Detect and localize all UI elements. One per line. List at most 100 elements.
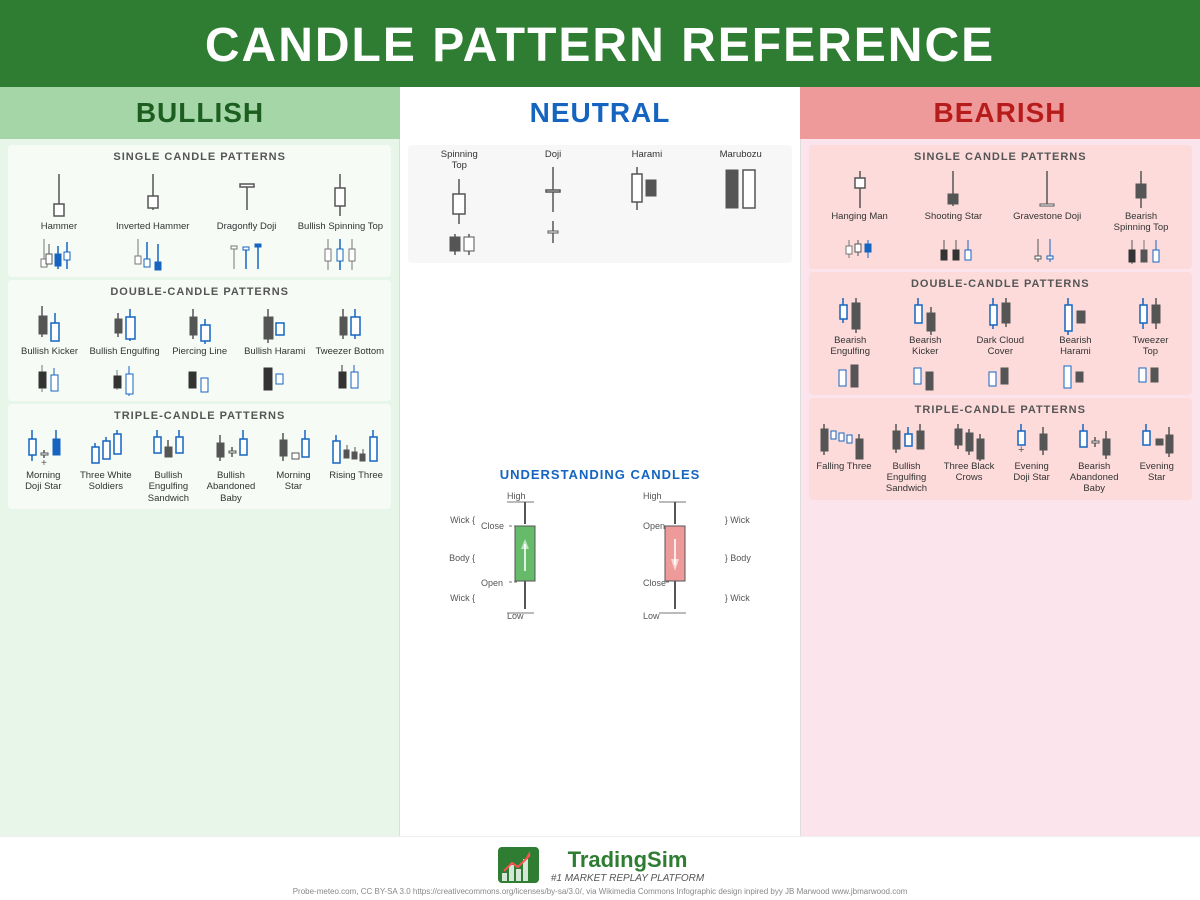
pattern-bearish-spinning-top: BearishSpinning Top — [1094, 166, 1188, 236]
bullish-abandoned-baby-label: BullishAbandonedBaby — [207, 470, 256, 504]
pattern-evening-doji-star: + EveningDoji Star — [1000, 419, 1063, 486]
three-white-soldiers-label: Three White Soldiers — [75, 470, 138, 493]
bullish-double-examples — [12, 360, 387, 398]
page: CANDLE PATTERN REFERENCE BULLISH NEUTRAL… — [0, 0, 1200, 900]
hammer-svg — [44, 166, 74, 221]
bullish-category: BULLISH — [0, 87, 400, 139]
tweezer-top-label: TweezerTop — [1132, 335, 1168, 358]
understanding-header: UNDERSTANDING CANDLES — [408, 464, 791, 485]
pattern-hammer: Hammer — [12, 166, 106, 234]
body-label: Body { — [449, 553, 475, 563]
pattern-morning-doji: + MorningDoji Star — [12, 425, 75, 495]
candle-diagram: Wick { Body { Wick { High Close — [408, 485, 791, 633]
inverted-hammer-example — [106, 234, 200, 274]
pattern-bearish-engulfing: BearishEngulfing — [813, 293, 888, 360]
wick-label-top: Wick { — [449, 515, 475, 525]
bearish-kicker-label: BearishKicker — [909, 335, 941, 358]
pattern-gravestone-doji: Gravestone Doji — [1000, 166, 1094, 224]
wick-label-bottom-r: } Wick — [725, 593, 751, 603]
pattern-hanging-man: Hanging Man — [813, 166, 907, 224]
pattern-bullish-engulfing: Bullish Engulfing — [87, 301, 162, 359]
bullish-single-candle-examples — [12, 234, 387, 274]
bullish-kicker-svg — [32, 301, 67, 346]
bearish-triple-patterns: Falling Three BullishEngulfingSandw — [813, 419, 1188, 497]
bullish-single-header: SINGLE CANDLE PATTERNS — [12, 148, 387, 166]
bullish-triple-header: TRIPLE-CANDLE PATTERNS — [12, 407, 387, 425]
tradingsim-icon — [496, 845, 541, 885]
inv-hammer-ex-svg — [130, 234, 175, 274]
bullish-engulfing-svg — [107, 301, 142, 346]
spinning-top-label: SpinningTop — [441, 149, 478, 172]
neutral-category: NEUTRAL — [400, 87, 800, 139]
bullish-spinning-top-canvas — [293, 166, 387, 221]
bullish-single-block: SINGLE CANDLE PATTERNS — [8, 145, 391, 277]
pattern-bearish-sandwich: BullishEngulfingSandwich — [875, 419, 938, 497]
gravestone-doji-label: Gravestone Doji — [1013, 211, 1081, 222]
pattern-dragonfly-doji: Dragonfly Doji — [200, 166, 294, 234]
pattern-piercing-line: Piercing Line — [162, 301, 237, 359]
pattern-dark-cloud-cover: Dark Cloud Cover — [963, 293, 1038, 360]
pattern-three-white-soldiers: Three White Soldiers — [75, 425, 138, 495]
rising-three-label: Rising Three — [329, 470, 383, 481]
pattern-bullish-sandwich: BullishEngulfingSandwich — [137, 425, 200, 506]
bullish-single-patterns: Hammer Inverted Hammer — [12, 166, 387, 234]
bearish-abandoned-baby-label: BearishAbandonedBaby — [1070, 461, 1119, 495]
neutral-single-patterns: SpinningTop — [412, 149, 787, 259]
pattern-inverted-hammer: Inverted Hammer — [106, 166, 200, 234]
hanging-man-label: Hanging Man — [831, 211, 888, 222]
bearish-single-header: SINGLE CANDLE PATTERNS — [813, 148, 1188, 166]
svg-text:Close: Close — [643, 578, 666, 588]
bullish-spinning-top-label: Bullish Spinning Top — [298, 221, 383, 232]
bharami-ex — [237, 360, 312, 398]
bearish-double-block: DOUBLE-CANDLE PATTERNS BearishEngulfing — [809, 272, 1192, 395]
spinning-top-example — [293, 234, 387, 274]
bearish-sandwich-label: BullishEngulfingSandwich — [886, 461, 927, 495]
footer-logo-area: TradingSim #1 MARKET REPLAY PLATFORM — [0, 845, 1200, 885]
bengulfing-ex — [87, 360, 162, 398]
footer: TradingSim #1 MARKET REPLAY PLATFORM Pro… — [0, 836, 1200, 900]
pattern-bearish-harami: BearishHarami — [1038, 293, 1113, 360]
pattern-three-black-crows: Three Black Crows — [938, 419, 1001, 486]
pattern-bullish-abandoned-baby: BullishAbandonedBaby — [200, 425, 263, 506]
bearish-engulfing-label: BearishEngulfing — [830, 335, 870, 358]
bearish-diagram: High Open Close Low — [641, 489, 751, 629]
hammer-label: Hammer — [41, 221, 77, 232]
pattern-doji: Doji — [506, 149, 600, 247]
bearish-single-patterns: Hanging Man Shooting Star — [813, 166, 1188, 236]
svg-text:High: High — [507, 491, 526, 501]
pattern-falling-three: Falling Three — [813, 419, 876, 474]
inverted-hammer-canvas — [106, 166, 200, 221]
morning-star-label: MorningStar — [276, 470, 310, 493]
footer-brand: TradingSim — [551, 847, 704, 873]
pattern-shooting-star: Shooting Star — [906, 166, 1000, 224]
bearish-harami-label: BearishHarami — [1059, 335, 1091, 358]
bullish-diagram: Wick { Body { Wick { High Close — [449, 489, 559, 629]
bearish-single-examples — [813, 236, 1188, 266]
evening-star-label: EveningStar — [1140, 461, 1174, 484]
piercing-line-svg — [182, 301, 217, 346]
bearish-triple-block: TRIPLE-CANDLE PATTERNS — [809, 398, 1192, 500]
bullish-triple-block: TRIPLE-CANDLE PATTERNS + — [8, 404, 391, 509]
inverted-hammer-svg — [138, 166, 168, 221]
bearish-spinning-top-label: BearishSpinning Top — [1114, 211, 1169, 234]
category-row: BULLISH NEUTRAL BEARISH — [0, 87, 1200, 139]
pattern-spinning-top: SpinningTop — [412, 149, 506, 259]
inverted-hammer-label: Inverted Hammer — [116, 221, 189, 232]
bearish-double-examples — [813, 360, 1188, 392]
bearish-single-block: SINGLE CANDLE PATTERNS Hanging Man — [809, 145, 1192, 269]
bearish-triple-header: TRIPLE-CANDLE PATTERNS — [813, 401, 1188, 419]
pattern-evening-star: EveningStar — [1125, 419, 1188, 486]
dragonfly-canvas — [200, 166, 294, 221]
pattern-bullish-kicker: Bullish Kicker — [12, 301, 87, 359]
bearish-double-header: DOUBLE-CANDLE PATTERNS — [813, 275, 1188, 293]
piercing-line-label: Piercing Line — [172, 346, 227, 357]
main-content: SINGLE CANDLE PATTERNS — [0, 139, 1200, 836]
harami-label: Harami — [632, 149, 663, 160]
tweezer-bottom-ex — [312, 360, 387, 398]
bullish-double-patterns: Bullish Kicker Bullish Engulfing — [12, 301, 387, 359]
svg-text:+: + — [1018, 444, 1024, 456]
pattern-morning-star: MorningStar — [262, 425, 325, 495]
evening-doji-star-label: EveningDoji Star — [1013, 461, 1049, 484]
pattern-harami: Harami — [600, 149, 694, 217]
svg-text:Low: Low — [643, 611, 660, 621]
